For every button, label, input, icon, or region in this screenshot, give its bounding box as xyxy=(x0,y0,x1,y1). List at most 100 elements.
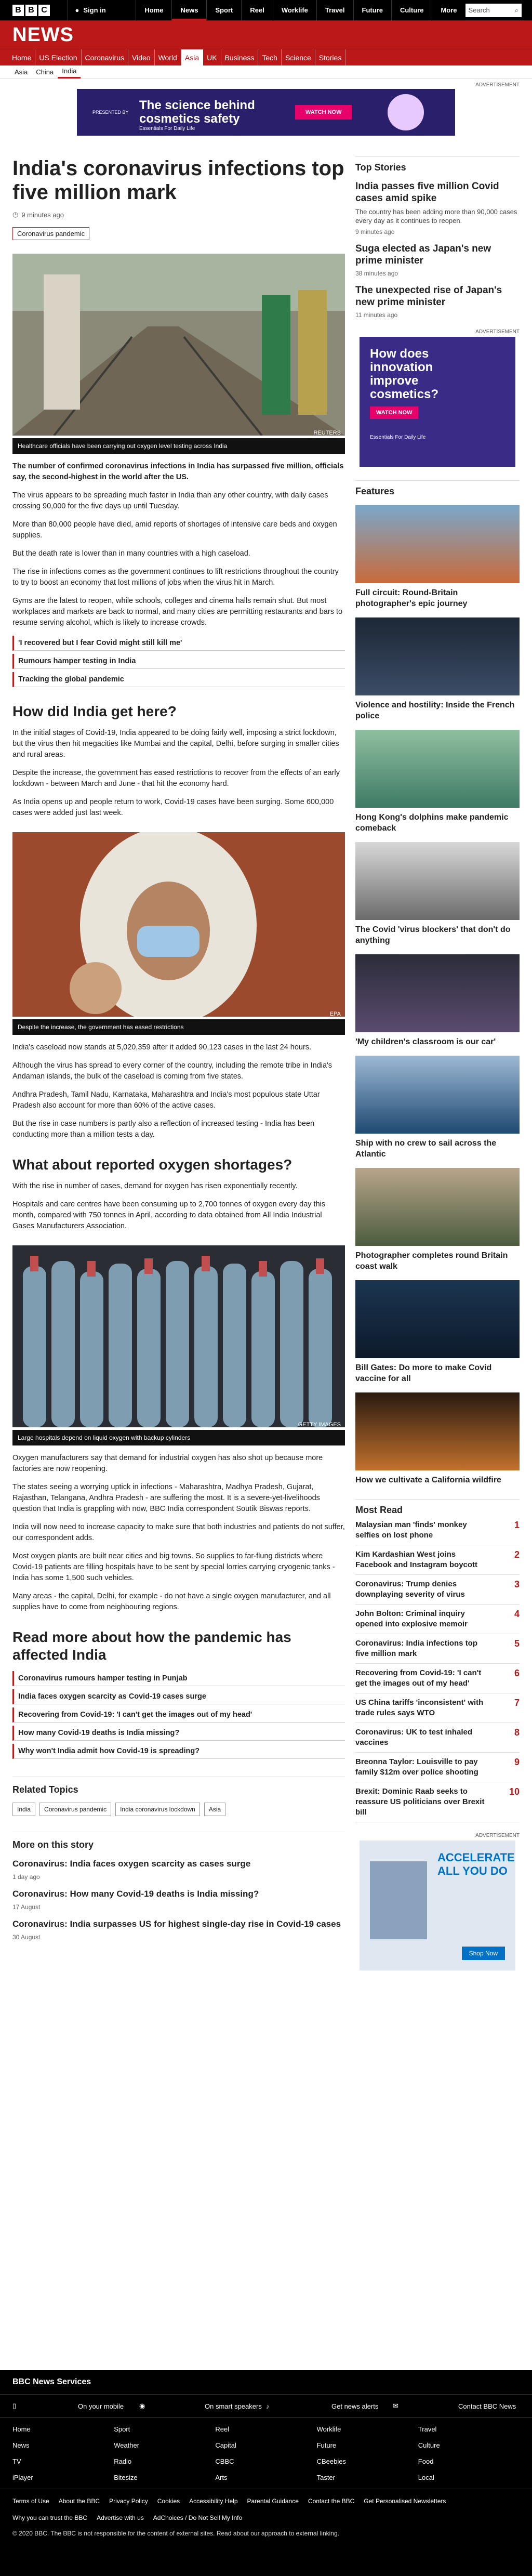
legal-link[interactable]: Terms of Use xyxy=(12,2498,49,2505)
legal-link[interactable]: Contact the BBC xyxy=(308,2498,354,2505)
most-read-link[interactable]: Recovering from Covid-19: 'I can't get t… xyxy=(355,1668,490,1689)
related-link[interactable]: 'I recovered but I fear Covid might stil… xyxy=(12,636,345,651)
gnav-travel[interactable]: Travel xyxy=(316,0,353,21)
nav-coronavirus[interactable]: Coronavirus xyxy=(82,49,128,66)
nav-home[interactable]: Home xyxy=(8,49,36,66)
nav-stories[interactable]: Stories xyxy=(315,49,346,66)
footer-link[interactable]: Capital xyxy=(215,2441,316,2449)
footer-link[interactable]: Travel xyxy=(418,2425,520,2433)
gnav-more[interactable]: More xyxy=(432,0,465,21)
feature-image[interactable] xyxy=(355,1280,520,1358)
footer-link[interactable]: Reel xyxy=(215,2425,316,2433)
ad-banner[interactable]: PRESENTED BY The science behind cosmetic… xyxy=(77,89,455,136)
gnav-news[interactable]: News xyxy=(171,0,207,21)
top-story-link[interactable]: India passes five million Covid cases am… xyxy=(355,180,520,204)
footer-link[interactable]: Arts xyxy=(215,2474,316,2481)
footer-link[interactable]: Local xyxy=(418,2474,520,2481)
footer-link[interactable]: Home xyxy=(12,2425,114,2433)
related-link[interactable]: Coronavirus rumours hamper testing in Pu… xyxy=(12,1671,345,1686)
footer-link[interactable]: Sport xyxy=(114,2425,215,2433)
footer-link[interactable]: CBeebies xyxy=(317,2457,418,2465)
nav-tech[interactable]: Tech xyxy=(258,49,282,66)
footer-link[interactable]: Bitesize xyxy=(114,2474,215,2481)
gnav-future[interactable]: Future xyxy=(353,0,391,21)
related-link[interactable]: Tracking the global pandemic xyxy=(12,672,345,687)
sidebar-ad-2[interactable]: ACCELERATE ALL YOU DO Shop Now xyxy=(360,1841,515,1970)
story-link[interactable]: Coronavirus: India faces oxygen scarcity… xyxy=(12,1859,345,1869)
footer-link[interactable]: Worklife xyxy=(317,2425,418,2433)
legal-link[interactable]: AdChoices / Do Not Sell My Info xyxy=(153,2514,242,2521)
topic-tag[interactable]: Asia xyxy=(204,1803,226,1816)
most-read-link[interactable]: Malaysian man 'finds' monkey selfies on … xyxy=(355,1520,490,1541)
footer-link[interactable]: CBBC xyxy=(215,2457,316,2465)
feature-link[interactable]: Hong Kong's dolphins make pandemic comeb… xyxy=(355,812,520,834)
related-link[interactable]: Why won't India admit how Covid-19 is sp… xyxy=(12,1744,345,1759)
legal-link[interactable]: Advertise with us xyxy=(97,2514,144,2521)
search-icon[interactable]: ⌕ xyxy=(515,6,518,15)
top-story-link[interactable]: Suga elected as Japan's new prime minist… xyxy=(355,243,520,267)
legal-link[interactable]: Privacy Policy xyxy=(109,2498,148,2505)
feature-link[interactable]: The Covid 'virus blockers' that don't do… xyxy=(355,924,520,946)
story-link[interactable]: Coronavirus: How many Covid-19 deaths is… xyxy=(12,1889,345,1899)
feature-link[interactable]: Photographer completes round Britain coa… xyxy=(355,1250,520,1272)
feature-image[interactable] xyxy=(355,842,520,920)
feature-link[interactable]: 'My children's classroom is our car' xyxy=(355,1036,520,1047)
news-title[interactable]: NEWS xyxy=(12,24,74,46)
legal-link[interactable]: Cookies xyxy=(157,2498,180,2505)
subnav-china[interactable]: China xyxy=(32,68,58,76)
feature-image[interactable] xyxy=(355,505,520,583)
legal-link[interactable]: Parental Guidance xyxy=(247,2498,299,2505)
footer-link[interactable]: News xyxy=(12,2441,114,2449)
footer-link[interactable]: Radio xyxy=(114,2457,215,2465)
most-read-link[interactable]: Breonna Taylor: Louisville to pay family… xyxy=(355,1757,490,1778)
most-read-link[interactable]: Coronavirus: India infections top five m… xyxy=(355,1638,490,1659)
feature-link[interactable]: Bill Gates: Do more to make Covid vaccin… xyxy=(355,1362,520,1384)
most-read-link[interactable]: John Bolton: Criminal inquiry opened int… xyxy=(355,1609,490,1629)
subnav-asia[interactable]: Asia xyxy=(10,68,32,76)
footer-link[interactable]: Future xyxy=(317,2441,418,2449)
top-story-link[interactable]: The unexpected rise of Japan's new prime… xyxy=(355,284,520,308)
gnav-worklife[interactable]: Worklife xyxy=(272,0,316,21)
topic-tag[interactable]: Coronavirus pandemic xyxy=(39,1803,112,1816)
most-read-link[interactable]: Coronavirus: Trump denies downplaying se… xyxy=(355,1579,490,1600)
related-link[interactable]: How many Covid-19 deaths is India missin… xyxy=(12,1726,345,1741)
feature-link[interactable]: Full circuit: Round-Britain photographer… xyxy=(355,587,520,609)
legal-link[interactable]: Accessibility Help xyxy=(189,2498,237,2505)
related-link[interactable]: India faces oxygen scarcity as Covid-19 … xyxy=(12,1689,345,1704)
service-alerts[interactable]: ♪ Get news alerts xyxy=(266,2402,393,2410)
feature-link[interactable]: Ship with no crew to sail across the Atl… xyxy=(355,1138,520,1160)
service-contact[interactable]: ✉ Contact BBC News xyxy=(393,2402,520,2410)
most-read-link[interactable]: Kim Kardashian West joins Facebook and I… xyxy=(355,1549,490,1570)
service-speakers[interactable]: ◉ On smart speakers xyxy=(139,2402,266,2410)
most-read-link[interactable]: US China tariffs 'inconsistent' with tra… xyxy=(355,1698,490,1718)
topic-tag[interactable]: India coronavirus lockdown xyxy=(115,1803,200,1816)
feature-link[interactable]: Violence and hostility: Inside the Frenc… xyxy=(355,700,520,721)
search-input[interactable]: Search ⌕ xyxy=(465,3,522,17)
ad-shop-button[interactable]: Shop Now xyxy=(461,1947,505,1960)
feature-image[interactable] xyxy=(355,617,520,695)
sidebar-ad[interactable]: How does innovation improve cosmetics? W… xyxy=(360,337,515,467)
feature-image[interactable] xyxy=(355,1056,520,1134)
legal-link[interactable]: Why you can trust the BBC xyxy=(12,2514,87,2521)
article-topic-tag[interactable]: Coronavirus pandemic xyxy=(12,227,90,240)
nav-video[interactable]: Video xyxy=(128,49,155,66)
footer-link[interactable]: Culture xyxy=(418,2441,520,2449)
feature-image[interactable] xyxy=(355,1392,520,1470)
footer-link[interactable]: Food xyxy=(418,2457,520,2465)
footer-link[interactable]: TV xyxy=(12,2457,114,2465)
gnav-reel[interactable]: Reel xyxy=(241,0,272,21)
most-read-link[interactable]: Brexit: Dominic Raab seeks to reassure U… xyxy=(355,1786,490,1818)
service-mobile[interactable]: ▯ On your mobile xyxy=(12,2402,139,2410)
feature-image[interactable] xyxy=(355,954,520,1032)
most-read-link[interactable]: Coronavirus: UK to test inhaled vaccines xyxy=(355,1727,490,1748)
ad-watch-button[interactable]: WATCH NOW xyxy=(370,406,419,419)
nav-business[interactable]: Business xyxy=(221,49,259,66)
footer-link[interactable]: iPlayer xyxy=(12,2474,114,2481)
nav-world[interactable]: World xyxy=(155,49,181,66)
nav-science[interactable]: Science xyxy=(282,49,315,66)
feature-link[interactable]: How we cultivate a California wildfire xyxy=(355,1475,520,1486)
nav-uk[interactable]: UK xyxy=(203,49,221,66)
ad-watch-button[interactable]: WATCH NOW xyxy=(295,105,352,120)
gnav-sport[interactable]: Sport xyxy=(206,0,241,21)
bbc-logo[interactable]: B B C xyxy=(12,4,68,16)
